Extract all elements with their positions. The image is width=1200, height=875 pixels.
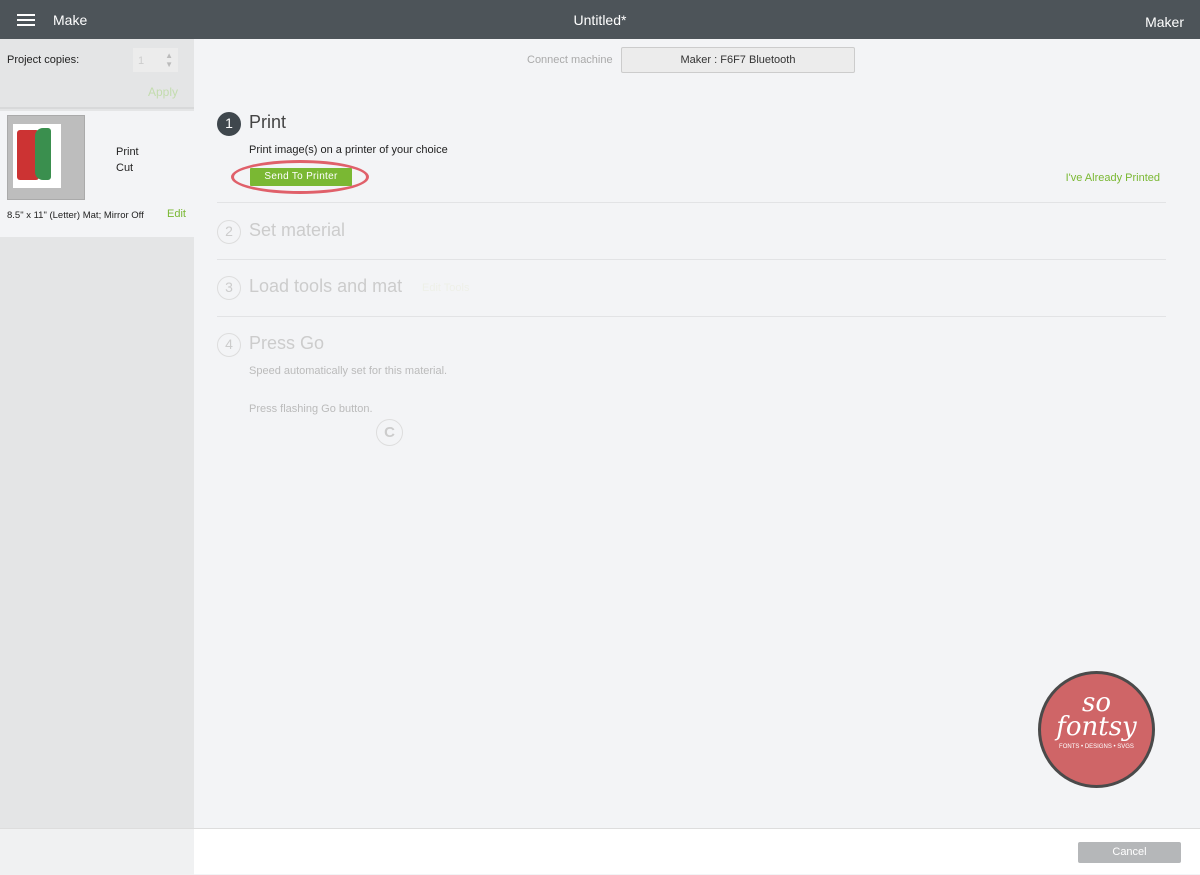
step-print: 1 Print Print image(s) on a printer of y…: [217, 112, 1166, 203]
mat-operations: Print Cut: [116, 144, 139, 176]
step-number: 1: [217, 112, 241, 136]
already-printed-link[interactable]: I've Already Printed: [1066, 172, 1160, 184]
step-press-go: 4 Press Go Speed automatically set for t…: [217, 333, 1166, 446]
mat-sheet: [13, 124, 61, 188]
edit-tools-link[interactable]: Edit Tools: [422, 282, 470, 294]
step-set-material: 2 Set material: [217, 220, 1166, 260]
step-title: Load tools and mat: [249, 276, 403, 296]
top-bar: Make Untitled* Maker: [0, 0, 1200, 39]
step-number: 3: [217, 276, 241, 300]
operation-cut: Cut: [116, 162, 134, 174]
go-instruction: Press flashing Go button.: [249, 403, 373, 415]
cancel-button[interactable]: Cancel: [1078, 842, 1181, 863]
step-title: Print: [249, 112, 287, 132]
send-to-printer-button[interactable]: Send To Printer: [250, 168, 352, 186]
step-description: Print image(s) on a printer of your choi…: [249, 144, 448, 156]
step-load-tools: 3 Load tools and mat Edit Tools: [217, 276, 1166, 317]
machine-select-button[interactable]: Maker : F6F7 Bluetooth: [621, 47, 855, 73]
apply-button[interactable]: Apply: [148, 85, 178, 99]
go-button-icon: C: [376, 419, 403, 446]
sidebar: Project copies: 1 ▲ ▼ Apply Print Cut 8.5"…: [0, 39, 194, 828]
project-copies-panel: Project copies: 1 ▲ ▼ Apply: [0, 39, 194, 109]
mat-card[interactable]: Print Cut 8.5" x 11" (Letter) Mat; Mirro…: [0, 111, 194, 237]
project-title: Untitled*: [573, 12, 627, 28]
mat-preview[interactable]: [7, 115, 85, 200]
step-number: 4: [217, 333, 241, 357]
footer-left: [0, 829, 194, 875]
operation-print: Print: [116, 146, 139, 158]
project-copies-input[interactable]: 1 ▲ ▼: [133, 48, 178, 72]
copies-value: 1: [138, 55, 145, 67]
step-number: 2: [217, 220, 241, 244]
footer: Cancel: [0, 828, 1200, 875]
tree-image: [35, 128, 51, 180]
stepper-arrows-icon[interactable]: ▲ ▼: [165, 51, 173, 69]
connect-machine-label: Connect machine: [527, 54, 613, 66]
step-title: Set material: [249, 220, 346, 240]
mat-description: 8.5" x 11" (Letter) Mat; Mirror Off: [7, 210, 144, 221]
edit-mat-link[interactable]: Edit: [167, 208, 186, 220]
step-description: Speed automatically set for this materia…: [249, 365, 448, 377]
machine-label[interactable]: Maker: [1145, 14, 1184, 30]
sofontsy-logo: so fontsy FONTS • DESIGNS • SVGS: [1038, 671, 1155, 788]
project-copies-label: Project copies:: [7, 54, 80, 66]
step-title: Press Go: [249, 333, 325, 353]
